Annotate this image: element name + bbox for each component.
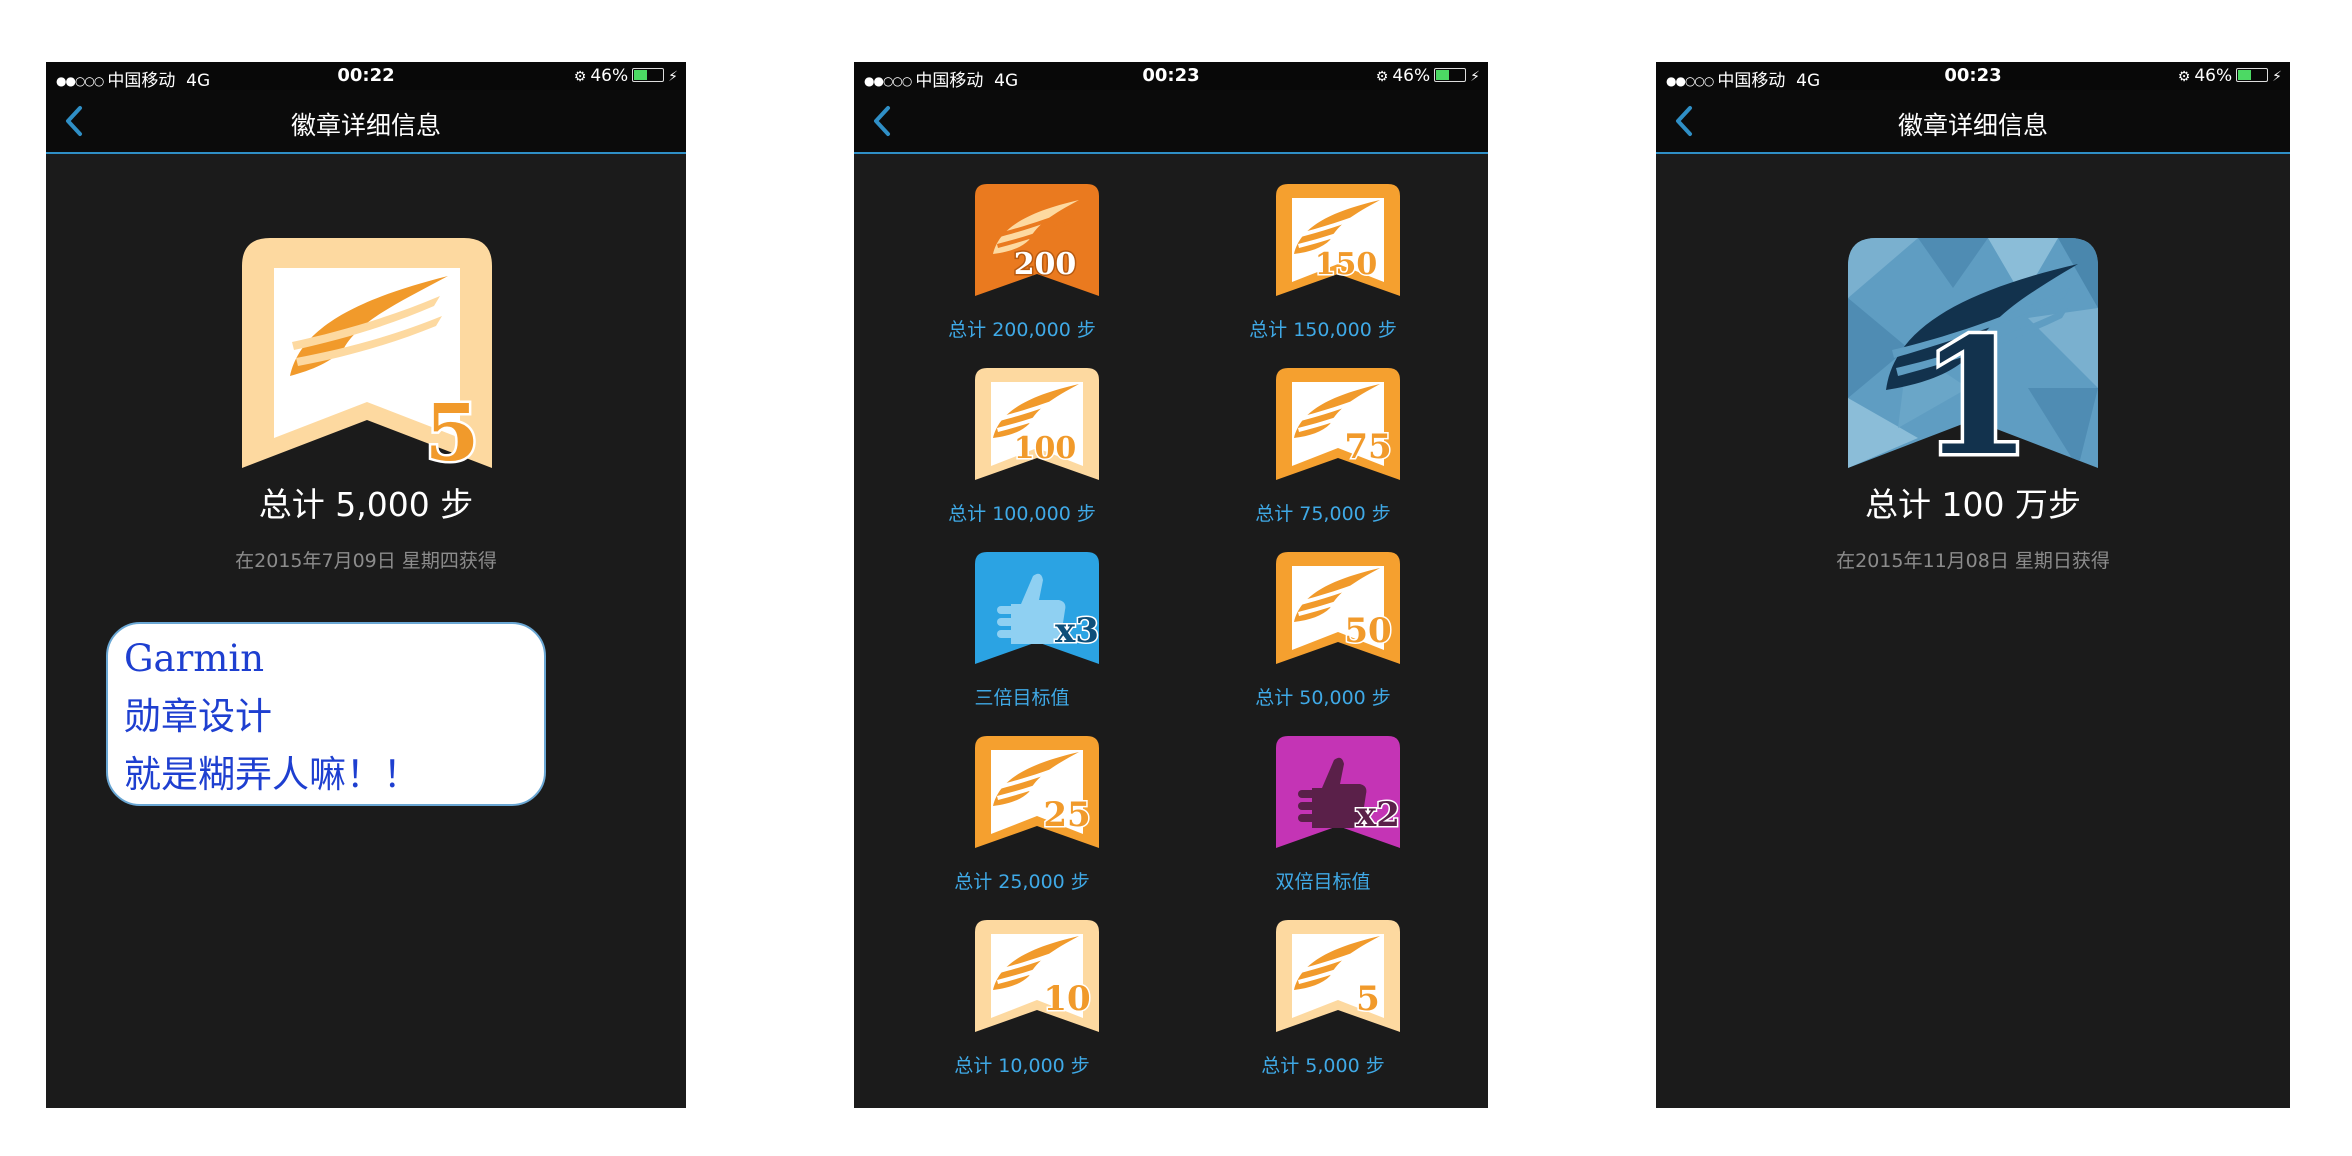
screen-badge-detail-5000: ●●○○○ 中国移动 4G 00:22 ⚙ 46% ⚡ 徽章详细信息 5 总计 5,0… (46, 62, 686, 1108)
screen-badge-grid: ●●○○○ 中国移动 4G 00:23 ⚙ 46% ⚡ 200 总计 200,000 步… (854, 62, 1488, 1108)
svg-text:1: 1 (1920, 303, 2031, 468)
badge-earned-date: 在2015年11月08日 星期日获得 (1836, 550, 2110, 572)
badge-number: 5 (1356, 979, 1380, 1019)
badge-earned-date: 在2015年7月09日 星期四获得 (235, 550, 497, 572)
badge-label: 总计 150,000 步 (1249, 319, 1397, 341)
wing-badge-icon: 200 (975, 184, 1099, 296)
badge-label: 总计 25,000 步 (954, 871, 1090, 893)
badge-label: 双倍目标值 (1275, 871, 1371, 893)
svg-text:5: 5 (425, 388, 479, 468)
badge-cell[interactable]: 50 总计 50,000 步 (1173, 552, 1473, 736)
badge-label: 总计 5,000 步 (1261, 1055, 1385, 1077)
badge-1-million-steps-icon: 1 (1848, 238, 2098, 468)
wing-badge-icon: 10 (975, 920, 1099, 1032)
badge-cell[interactable]: 100 总计 100,000 步 (872, 368, 1172, 552)
badge-title: 总计 100 万步 (1865, 485, 2081, 524)
wing-badge-icon: 50 (1276, 552, 1400, 664)
status-bar: ●●○○○ 中国移动 4G 00:23 ⚙ 46% ⚡ (854, 62, 1488, 91)
badge-label: 总计 100,000 步 (948, 503, 1096, 525)
battery-icon (1434, 68, 1467, 82)
battery-percent: 46% (590, 66, 629, 86)
status-bar: ●●○○○ 中国移动 4G 00:23 ⚙ 46% ⚡ (1656, 62, 2290, 91)
badge-cell[interactable]: 10 总计 10,000 步 (872, 920, 1172, 1104)
battery-icon (632, 68, 665, 82)
page-title: 徽章详细信息 (1897, 111, 2048, 140)
badge-number: 75 (1344, 427, 1391, 467)
screen-badge-detail-1m: ●●○○○ 中国移动 4G 00:23 ⚙ 46% ⚡ 徽章详细信息 1 总计 100… (1656, 62, 2290, 1108)
badge-cell[interactable]: 150 总计 150,000 步 (1173, 184, 1473, 368)
badge-cell[interactable]: 5 总计 5,000 步 (1173, 920, 1473, 1104)
nav-bar (854, 90, 1488, 154)
badge-cell[interactable]: x2 双倍目标值 (1173, 736, 1473, 920)
badge-number: 100 (1014, 431, 1077, 466)
badge-number: 50 (1344, 611, 1391, 651)
thumbs-up-badge-icon: x3 (975, 552, 1099, 664)
badge-title: 总计 5,000 步 (258, 485, 474, 524)
wing-badge-icon: 25 (975, 736, 1099, 848)
nav-bar: 徽章详细信息 (1656, 90, 2290, 154)
rotation-lock-icon: ⚙ (1375, 69, 1389, 85)
battery-percent: 46% (1392, 66, 1431, 86)
nav-bar: 徽章详细信息 (46, 90, 686, 154)
badge-cell[interactable]: x3 三倍目标值 (872, 552, 1172, 736)
badge-number: x3 (1055, 611, 1099, 651)
badge-cell[interactable]: 25 总计 25,000 步 (872, 736, 1172, 920)
badge-cell[interactable]: 75 总计 75,000 步 (1173, 368, 1473, 552)
note-line-1: Garmin (124, 637, 265, 680)
battery-percent: 46% (2194, 66, 2233, 86)
note-line-3: 就是糊弄人嘛！！ (124, 753, 420, 796)
status-bar: ●●○○○ 中国移动 4G 00:22 ⚙ 46% ⚡ (46, 62, 686, 91)
annotation-note: Garmin 勋章设计 就是糊弄人嘛！！ (106, 622, 546, 806)
page-title: 徽章详细信息 (290, 111, 441, 140)
wing-badge-icon: 75 (1276, 368, 1400, 480)
badge-number: 25 (1043, 795, 1090, 835)
note-line-2: 勋章设计 (124, 695, 272, 738)
charging-icon: ⚡ (2272, 69, 2282, 85)
badge-number: x2 (1356, 795, 1400, 835)
badge-label: 总计 200,000 步 (948, 319, 1096, 341)
badge-label: 总计 50,000 步 (1255, 687, 1391, 709)
badge-5000-steps-icon: 5 (242, 238, 492, 468)
charging-icon: ⚡ (668, 69, 678, 85)
badge-number: 10 (1043, 979, 1090, 1019)
rotation-lock-icon: ⚙ (573, 69, 587, 85)
wing-badge-icon: 5 (1276, 920, 1400, 1032)
back-chevron-icon[interactable] (870, 104, 894, 138)
badge-label: 总计 75,000 步 (1255, 503, 1391, 525)
badge-number: 150 (1315, 247, 1378, 282)
badge-number: 200 (1014, 247, 1077, 282)
badge-cell[interactable]: 200 总计 200,000 步 (872, 184, 1172, 368)
charging-icon: ⚡ (1470, 69, 1480, 85)
rotation-lock-icon: ⚙ (2177, 69, 2191, 85)
wing-badge-icon: 100 (975, 368, 1099, 480)
badge-label: 总计 10,000 步 (954, 1055, 1090, 1077)
battery-icon (2236, 68, 2269, 82)
thumbs-up-badge-icon: x2 (1276, 736, 1400, 848)
badge-label: 三倍目标值 (974, 687, 1070, 709)
wing-badge-icon: 150 (1276, 184, 1400, 296)
